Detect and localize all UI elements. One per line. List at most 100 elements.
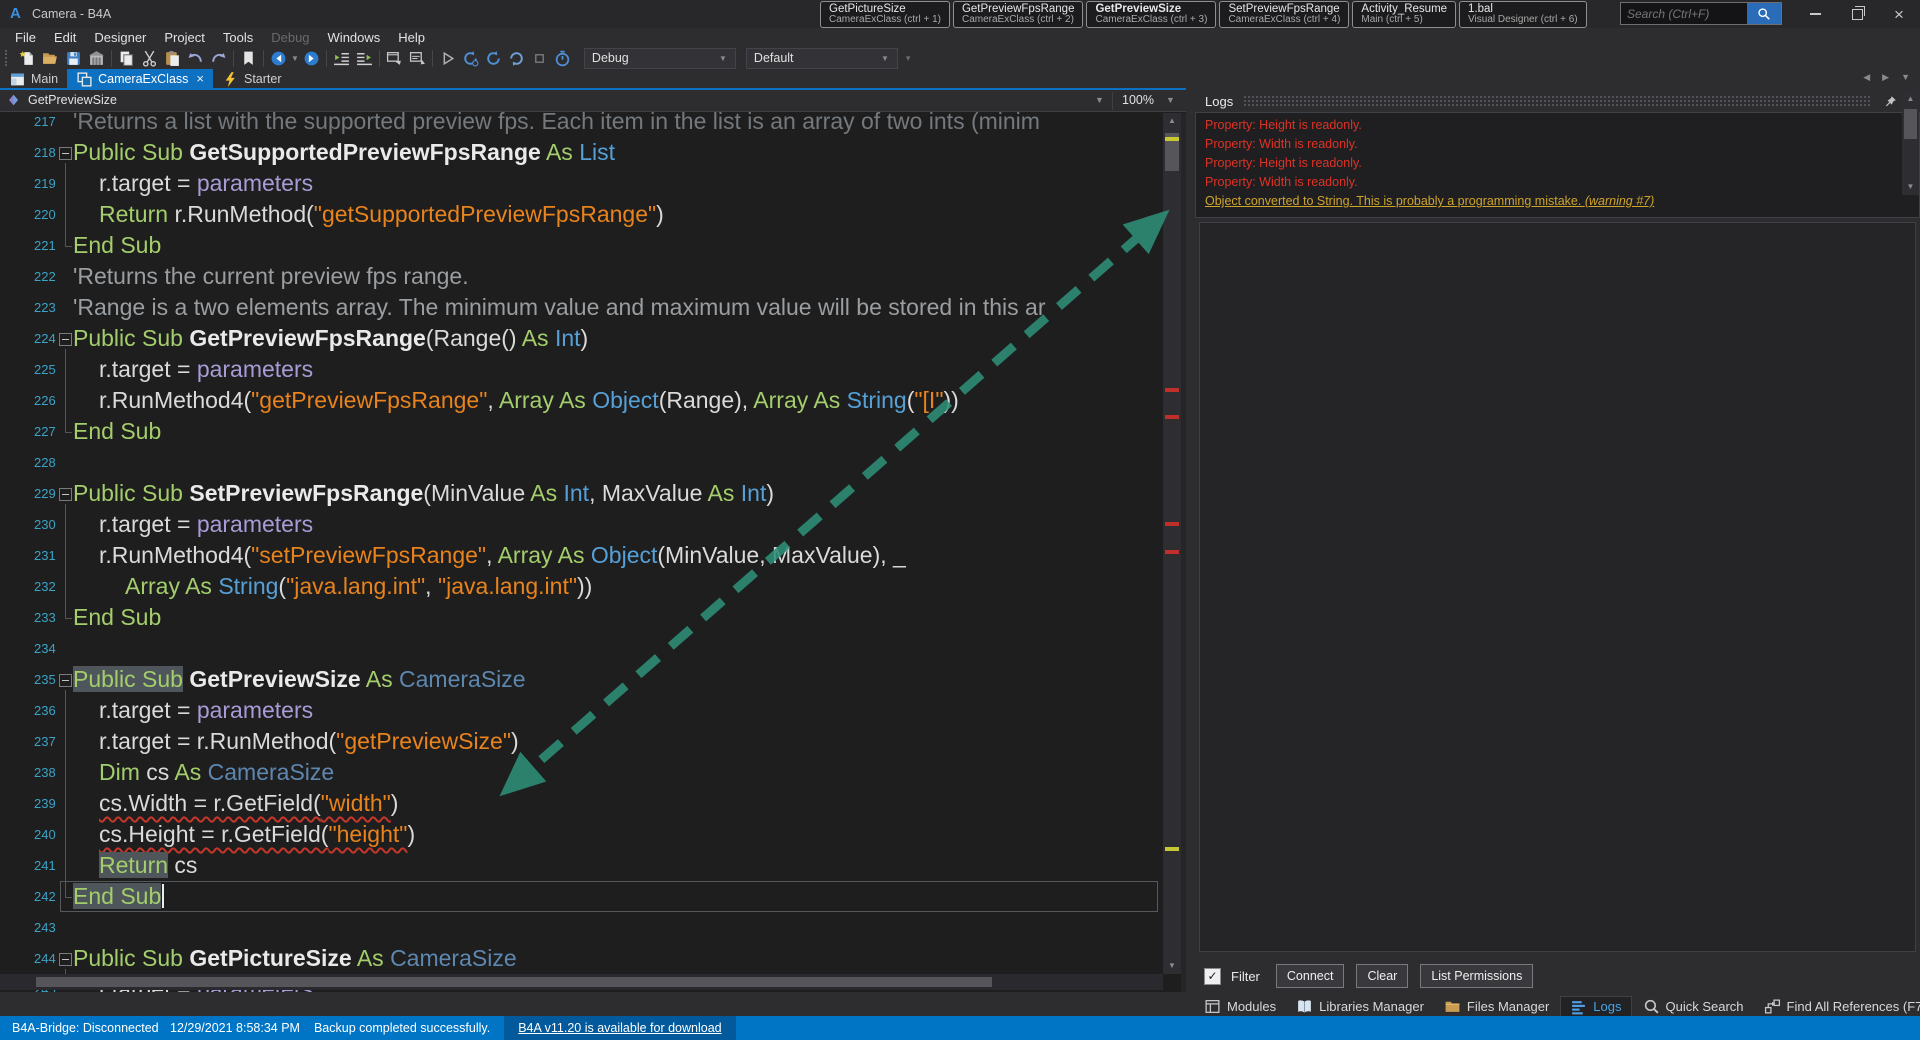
chevron-down-icon[interactable]: ▼ <box>1166 95 1175 105</box>
code-text: Public Sub SetPreviewFpsRange(MinValue A… <box>73 478 774 509</box>
quick-access-button[interactable]: GetPreviewFpsRangeCameraExClass (ctrl + … <box>953 1 1084 28</box>
toolbar-overflow-icon[interactable]: ▾ <box>906 53 911 64</box>
collapse-region-icon[interactable] <box>59 147 72 160</box>
list-permissions-button[interactable]: List Permissions <box>1420 964 1533 988</box>
save-icon[interactable] <box>62 48 85 68</box>
nav-forward-icon[interactable] <box>300 48 323 68</box>
editor-horizontal-scrollbar[interactable] <box>0 974 1163 990</box>
code-line: 226r.RunMethod4("getPreviewFpsRange", Ar… <box>0 385 1163 416</box>
filter-checkbox[interactable]: ✓ <box>1204 968 1221 985</box>
scroll-down-icon[interactable]: ▼ <box>1902 179 1919 195</box>
tab-main[interactable]: Main <box>0 69 67 88</box>
current-sub-select[interactable]: GetPreviewSize <box>28 93 117 107</box>
code-text: r.target = r.RunMethod("getPreviewSize") <box>99 726 519 757</box>
log-entry[interactable]: Property: Height is readonly. <box>1196 116 1919 135</box>
tool-tab-find-all-references-f7-[interactable]: Find All References (F7) <box>1755 996 1920 1016</box>
quick-access-button[interactable]: SetPreviewFpsRangeCameraExClass (ctrl + … <box>1219 1 1349 28</box>
code-line: 244Public Sub GetPictureSize As CameraSi… <box>0 943 1163 974</box>
refresh-icon[interactable] <box>505 48 528 68</box>
collapse-region-icon[interactable] <box>59 488 72 501</box>
collapse-region-icon[interactable] <box>59 333 72 346</box>
designer-view-icon[interactable] <box>383 48 406 68</box>
code-line: 234 <box>0 633 1163 664</box>
code-area[interactable]: 217'Returns a list with the supported pr… <box>0 90 1163 992</box>
tool-tab-modules[interactable]: Modules <box>1195 996 1285 1016</box>
tool-tab-files-manager[interactable]: Files Manager <box>1435 996 1558 1016</box>
code-editor[interactable]: GetPreviewSize ▼ 100% ▼ 217'Returns a li… <box>0 90 1186 992</box>
restore-button[interactable] <box>1836 0 1878 28</box>
zoom-level-select[interactable]: 100% <box>1122 93 1154 107</box>
menu-item-windows[interactable]: Windows <box>319 30 390 45</box>
cut-icon[interactable] <box>138 48 161 68</box>
connect-device-icon[interactable] <box>482 48 505 68</box>
pin-icon[interactable] <box>1880 95 1900 108</box>
new-project-icon[interactable] <box>16 48 39 68</box>
line-number: 242 <box>34 881 56 912</box>
open-project-icon[interactable] <box>39 48 62 68</box>
connect-button[interactable]: Connect <box>1276 964 1345 988</box>
tool-tab-libraries-manager[interactable]: Libraries Manager <box>1287 996 1433 1016</box>
horizontal-scroll-thumb[interactable] <box>36 977 992 987</box>
clear-button[interactable]: Clear <box>1356 964 1408 988</box>
collapse-region-icon[interactable] <box>59 953 72 966</box>
menu-item-project[interactable]: Project <box>155 30 213 45</box>
search-go-button[interactable] <box>1747 3 1781 24</box>
clean-project-icon[interactable] <box>551 48 574 68</box>
stop-icon[interactable] <box>528 48 551 68</box>
menu-item-designer[interactable]: Designer <box>85 30 155 45</box>
editor-vertical-scrollbar[interactable]: ▲ ▼ <box>1163 113 1181 974</box>
scroll-up-icon[interactable]: ▲ <box>1902 91 1919 107</box>
nav-back-icon[interactable] <box>267 48 290 68</box>
build-configuration-select[interactable]: Debug ▼ <box>584 48 736 69</box>
scroll-down-icon[interactable]: ▼ <box>1163 958 1181 974</box>
toolbar: ▼ Debug ▼ Default ▼ ▾ <box>0 47 1920 69</box>
log-entry[interactable]: Property: Height is readonly. <box>1196 154 1919 173</box>
quick-access-button[interactable]: Activity_ResumeMain (ctrl + 5) <box>1352 1 1456 28</box>
outdent-icon[interactable] <box>330 48 353 68</box>
log-output-area[interactable] <box>1199 222 1916 952</box>
tool-tab-logs[interactable]: Logs <box>1560 996 1631 1016</box>
quick-access-subtitle: Visual Designer (ctrl + 6) <box>1468 15 1578 25</box>
code-line: 218Public Sub GetSupportedPreviewFpsRang… <box>0 137 1163 168</box>
chevron-down-icon[interactable]: ▼ <box>1095 95 1104 105</box>
indent-icon[interactable] <box>353 48 376 68</box>
minimize-button[interactable] <box>1794 0 1836 28</box>
log-list-scrollbar[interactable]: ▲ ▼ <box>1902 91 1919 195</box>
tab-cameraexclass[interactable]: CameraExClass× <box>67 69 213 88</box>
copy-icon[interactable] <box>115 48 138 68</box>
tool-tab-quick-search[interactable]: Quick Search <box>1634 996 1753 1016</box>
scroll-up-icon[interactable]: ▲ <box>1163 113 1181 129</box>
bookmark-icon[interactable] <box>237 48 260 68</box>
close-button[interactable]: × <box>1878 0 1920 28</box>
redo-icon[interactable] <box>207 48 230 68</box>
export-zip-icon[interactable] <box>85 48 108 68</box>
menu-item-debug[interactable]: Debug <box>262 30 318 45</box>
vertical-scroll-thumb[interactable] <box>1904 109 1917 139</box>
bookmark-mark <box>1165 137 1179 141</box>
tab-starter[interactable]: Starter <box>213 69 291 88</box>
script-view-icon[interactable] <box>406 48 429 68</box>
log-entry[interactable]: Object converted to String. This is prob… <box>1196 192 1919 211</box>
log-entry[interactable]: Property: Width is readonly. <box>1196 173 1919 192</box>
code-text: r.RunMethod4("getPreviewFpsRange", Array… <box>99 385 959 416</box>
menu-item-help[interactable]: Help <box>389 30 434 45</box>
quick-access-button[interactable]: GetPictureSizeCameraExClass (ctrl + 1) <box>820 1 950 28</box>
compile-icon[interactable] <box>459 48 482 68</box>
search-input[interactable] <box>1621 3 1747 24</box>
quick-access-button[interactable]: GetPreviewSizeCameraExClass (ctrl + 3) <box>1086 1 1216 28</box>
menu-item-edit[interactable]: Edit <box>45 30 85 45</box>
collapse-region-icon[interactable] <box>59 674 72 687</box>
theme-select[interactable]: Default ▼ <box>746 48 898 69</box>
chevron-down-icon[interactable]: ▼ <box>291 54 299 63</box>
menu-item-file[interactable]: File <box>6 30 45 45</box>
run-icon[interactable] <box>436 48 459 68</box>
paste-icon[interactable] <box>161 48 184 68</box>
update-link[interactable]: B4A v11.20 is available for download <box>504 1016 735 1040</box>
undo-icon[interactable] <box>184 48 207 68</box>
log-entry[interactable]: Property: Width is readonly. <box>1196 135 1919 154</box>
log-message-list[interactable]: Property: Height is readonly.Property: W… <box>1195 112 1920 218</box>
menu-item-tools[interactable]: Tools <box>214 30 262 45</box>
quick-access-button[interactable]: 1.balVisual Designer (ctrl + 6) <box>1459 1 1587 28</box>
close-tab-icon[interactable]: × <box>196 71 204 86</box>
panel-splitter[interactable] <box>1186 90 1195 1016</box>
